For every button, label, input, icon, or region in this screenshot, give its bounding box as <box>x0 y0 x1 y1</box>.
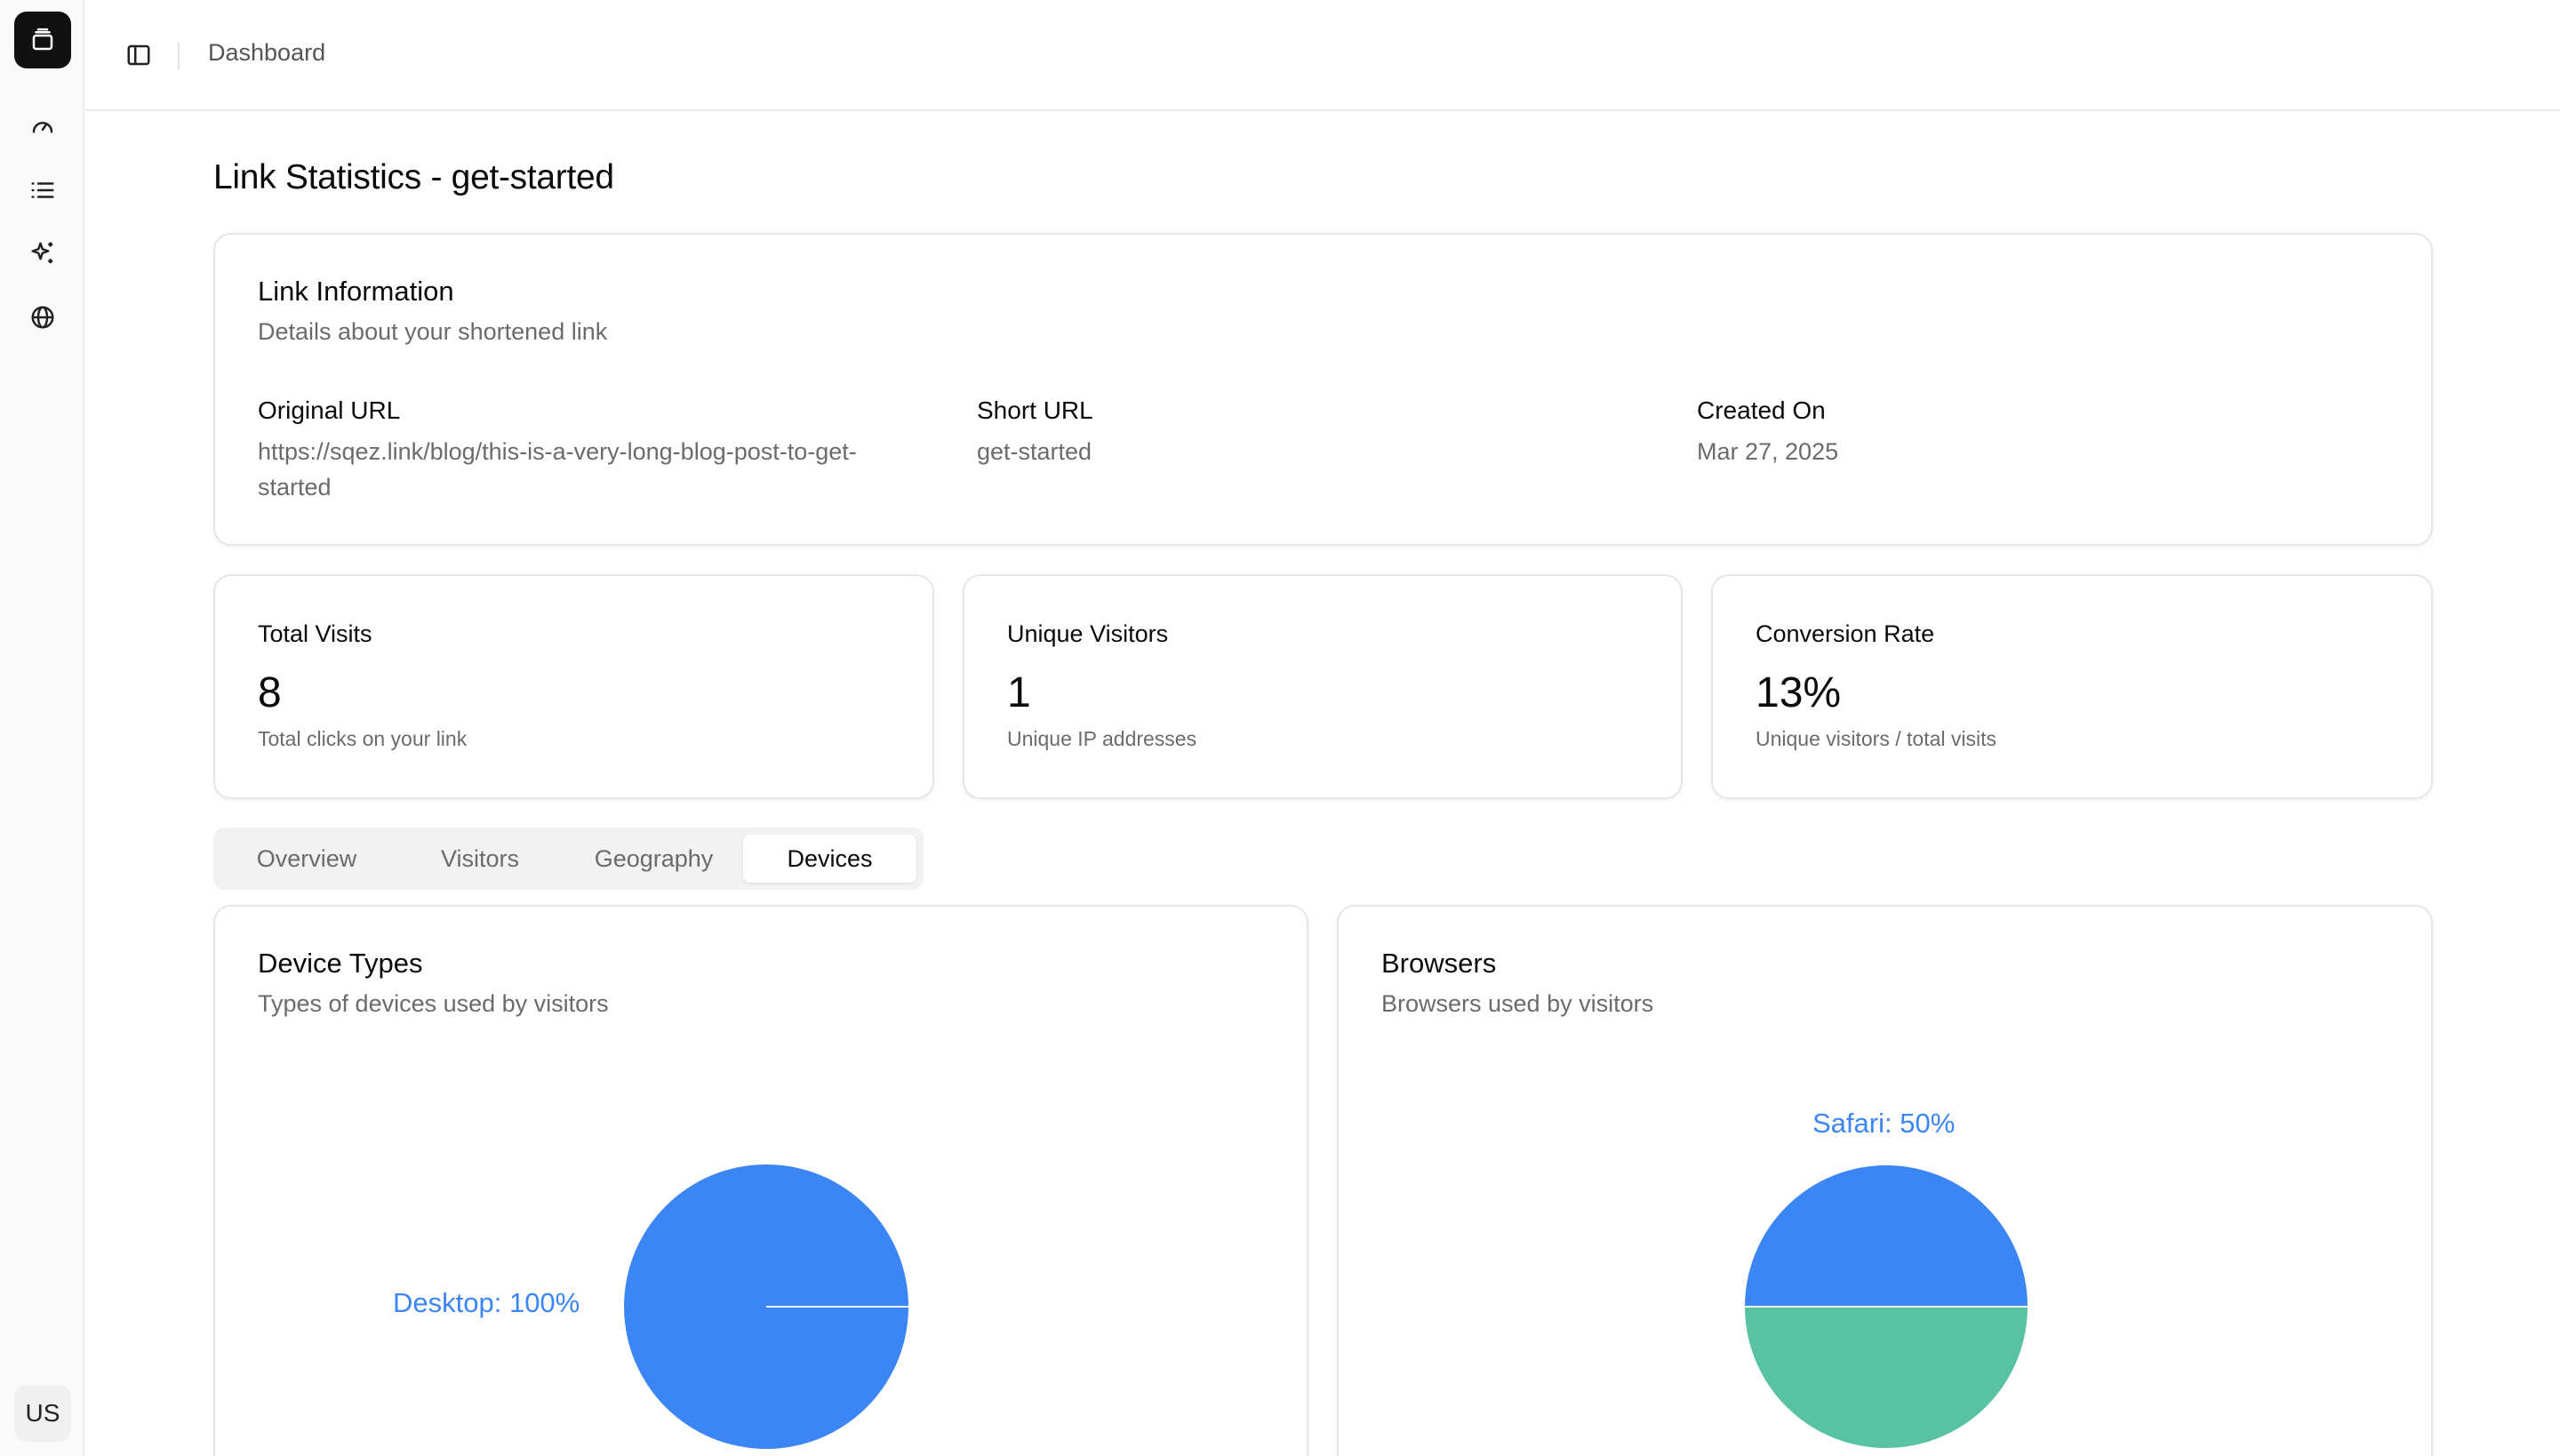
stat-label: Unique Visitors <box>1007 620 1169 647</box>
stats-tabs: Overview Visitors Geography Devices <box>213 828 924 890</box>
breadcrumb[interactable]: Dashboard <box>208 39 325 67</box>
created-value: Mar 27, 2025 <box>1697 438 1839 465</box>
header-divider <box>178 43 180 69</box>
stat-sub: Unique visitors / total visits <box>1756 727 1996 750</box>
sidebar-item-links[interactable] <box>21 169 64 212</box>
app-logo-icon[interactable] <box>14 12 71 68</box>
pie-slice-other[interactable] <box>1742 1306 2030 1450</box>
browsers-card: Browsers Browsers used by visitors Safar… <box>1337 905 2433 1456</box>
list-icon <box>31 182 54 198</box>
device-types-pie-chart <box>624 1164 908 1449</box>
short-url-block: Short URL get-started <box>977 396 1670 469</box>
stat-card-total-visits: Total Visits 8 Total clicks on your link <box>213 574 934 799</box>
short-url-value[interactable]: get-started <box>977 434 1670 469</box>
created-label: Created On <box>1697 396 1826 424</box>
stat-value: 1 <box>1007 669 1031 716</box>
stat-card-conversion-rate: Conversion Rate 13% Unique visitors / to… <box>1711 574 2433 799</box>
stat-label: Total Visits <box>258 620 372 647</box>
link-info-card: Link Information Details about your shor… <box>213 233 2433 546</box>
sidebar-item-domains[interactable] <box>21 296 64 339</box>
top-header: Dashboard <box>85 0 2560 111</box>
pie-label-desktop: Desktop: 100% <box>393 1287 580 1318</box>
stat-label: Conversion Rate <box>1756 620 1935 647</box>
original-url-value[interactable]: https://sqez.link/blog/this-is-a-very-lo… <box>258 434 951 505</box>
card-title: Device Types <box>258 948 423 979</box>
original-url-block: Original URL https://sqez.link/blog/this… <box>258 396 951 505</box>
short-url-label: Short URL <box>977 396 1093 424</box>
globe-icon <box>31 306 54 329</box>
sparkles-icon <box>31 242 53 264</box>
browsers-pie-chart <box>1742 1164 2030 1450</box>
stat-card-unique-visitors: Unique Visitors 1 Unique IP addresses <box>963 574 1683 799</box>
app-root: US Dashboard Link Statistics - get-start… <box>0 0 2560 1456</box>
sidebar-toggle-icon <box>127 44 150 66</box>
original-url-label: Original URL <box>258 396 401 424</box>
pie-label-safari: Safari: 50% <box>1812 1108 1956 1139</box>
stat-sub: Unique IP addresses <box>1007 727 1197 750</box>
sidebar-item-ai[interactable] <box>21 232 64 275</box>
card-description: Browsers used by visitors <box>1381 990 1654 1017</box>
card-description: Types of devices used by visitors <box>258 990 609 1017</box>
stat-value: 13% <box>1756 669 1842 716</box>
stat-value: 8 <box>258 669 282 716</box>
sidebar-toggle-button[interactable] <box>117 34 160 76</box>
sidebar-item-dashboard[interactable] <box>21 105 64 148</box>
device-types-card: Device Types Types of devices used by vi… <box>213 905 1308 1456</box>
card-description: Details about your shortened link <box>258 318 608 345</box>
tab-devices[interactable]: Devices <box>743 835 916 883</box>
stat-sub: Total clicks on your link <box>258 727 468 750</box>
avatar[interactable]: US <box>14 1385 71 1442</box>
tab-overview[interactable]: Overview <box>220 835 393 883</box>
original-url-line1: https://sqez.link/blog/this-is-a-very-lo… <box>258 438 857 465</box>
tab-geography[interactable]: Geography <box>567 835 740 883</box>
tab-visitors[interactable]: Visitors <box>393 835 567 883</box>
card-title: Browsers <box>1381 948 1497 979</box>
created-block: Created On Mar 27, 2025 <box>1697 396 2390 469</box>
card-title: Link Information <box>258 276 454 307</box>
sidebar: US <box>0 0 84 1456</box>
page-title: Link Statistics - get-started <box>213 158 614 196</box>
pie-slice-safari[interactable] <box>1742 1164 2030 1308</box>
gauge-icon <box>32 122 53 133</box>
original-url-line2: started <box>258 474 332 500</box>
